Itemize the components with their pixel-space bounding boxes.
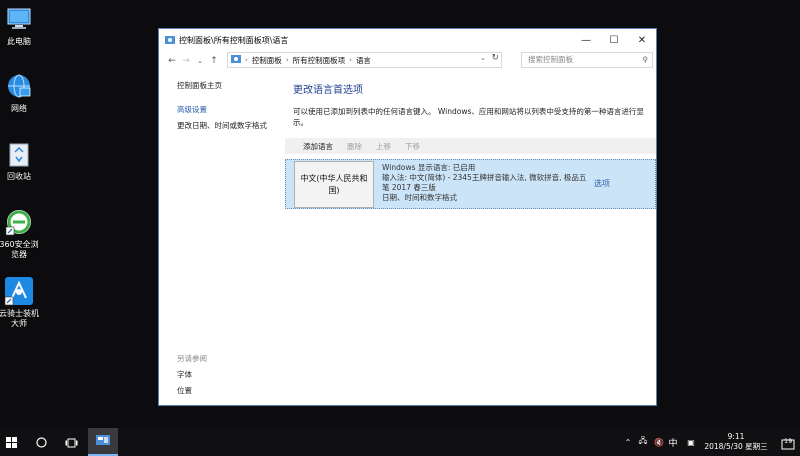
language-list-item[interactable]: 中文(中华人民共和国) Windows 显示语言: 已启用 输入法: 中文(简体… — [285, 159, 656, 209]
breadcrumb-all-items[interactable]: 所有控制面板项 — [293, 55, 346, 66]
search-icon[interactable]: ⚲ — [643, 53, 649, 67]
ime-tray-icon[interactable]: ▣ — [684, 428, 698, 456]
breadcrumb-separator-icon: › — [245, 56, 248, 64]
language-toolbar: 添加语言 删除 上移 下移 — [285, 138, 656, 154]
address-dropdown-icon[interactable]: ⌄ — [480, 54, 486, 62]
display-language-status: Windows 显示语言: 已启用 — [382, 163, 476, 172]
desktop-icon-recycle-bin[interactable]: 回收站 — [0, 139, 38, 182]
location-link[interactable]: 位置 — [177, 383, 207, 399]
network-icon — [4, 71, 34, 101]
input-method-indicator[interactable]: 中 — [666, 428, 680, 456]
close-button[interactable]: ✕ — [628, 29, 656, 51]
input-method-list: 输入法: 中文(简体) - 2345王牌拼音输入法, 微软拼音, 极品五笔 20… — [382, 173, 587, 192]
language-name-tile[interactable]: 中文(中华人民共和国) — [294, 161, 374, 208]
change-date-time-format-link[interactable]: 更改日期、时间或数字格式 — [177, 121, 287, 131]
task-view-icon — [65, 433, 78, 452]
breadcrumb-language[interactable]: 语言 — [356, 55, 371, 66]
yunqishi-icon — [4, 276, 34, 306]
action-center-button[interactable]: 19 — [778, 428, 798, 456]
add-language-button[interactable]: 添加语言 — [303, 141, 333, 152]
date-time-format-label: 日期、时间和数字格式 — [382, 193, 457, 202]
notification-icon: 19 — [781, 436, 795, 450]
breadcrumb-separator-icon: › — [349, 56, 352, 64]
address-bar[interactable]: › 控制面板 › 所有控制面板项 › 语言 ⌄ ↻ — [227, 52, 502, 68]
taskbar-control-panel-button[interactable] — [88, 428, 118, 456]
page-description: 可以使用已添加到列表中的任何语言键入。 Windows、应用和网站将以列表中受支… — [293, 107, 644, 127]
browser-360-icon — [4, 207, 34, 237]
up-arrow-icon[interactable]: ↑ — [207, 56, 221, 66]
task-view-button[interactable] — [60, 428, 82, 456]
move-up-button[interactable]: 上移 — [376, 141, 391, 152]
system-clock[interactable]: 9:11 2018/5/30 星期三 — [700, 428, 772, 456]
clock-date: 2018/5/30 星期三 — [704, 442, 768, 451]
breadcrumb-separator-icon: › — [285, 56, 289, 64]
maximize-button[interactable]: ☐ — [600, 29, 628, 51]
cortana-circle-icon — [35, 433, 47, 452]
desktop-icon-label: 回收站 — [7, 172, 31, 181]
search-placeholder: 搜索控制面板 — [528, 55, 573, 64]
desktop-icon-label: 此电脑 — [7, 37, 31, 46]
start-button[interactable] — [0, 428, 22, 456]
clock-time: 9:11 — [727, 432, 745, 441]
fonts-link[interactable]: 字体 — [177, 367, 207, 383]
title-bar[interactable]: 控制面板\所有控制面板项\语言 — ☐ ✕ — [159, 29, 656, 51]
language-details: Windows 显示语言: 已启用 输入法: 中文(简体) - 2345王牌拼音… — [382, 163, 587, 203]
network-tray-icon[interactable]: 🖧 — [636, 428, 650, 456]
minimize-button[interactable]: — — [572, 29, 600, 51]
window-title: 控制面板\所有控制面板项\语言 — [179, 35, 289, 45]
desktop-icon-this-pc[interactable]: 此电脑 — [0, 4, 38, 47]
move-down-button[interactable]: 下移 — [405, 141, 420, 152]
advanced-settings-link[interactable]: 高级设置 — [177, 105, 287, 115]
main-pane: 更改语言首选项 可以使用已添加到列表中的任何语言键入。 Windows、应用和网… — [293, 81, 656, 128]
remove-button[interactable]: 删除 — [347, 141, 362, 152]
see-also-section: 另请参阅 字体 位置 — [177, 351, 207, 399]
notification-count: 19 — [784, 437, 793, 445]
desktop-icon-yunqishi[interactable]: 云骑士装机大师 — [0, 276, 39, 329]
windows-logo-icon — [5, 433, 17, 452]
search-button[interactable] — [30, 428, 52, 456]
page-title: 更改语言首选项 — [293, 85, 363, 96]
show-hidden-icons-chevron-icon[interactable]: ⌃ — [622, 428, 634, 456]
language-options-link[interactable]: 选项 — [594, 178, 610, 189]
volume-muted-icon[interactable]: 🔇 — [652, 428, 666, 456]
desktop-icon-label: 网络 — [11, 104, 27, 113]
recent-locations-chevron-icon[interactable]: ⌄ — [193, 57, 207, 65]
computer-icon — [4, 4, 34, 34]
desktop-icon-label: 360安全浏览器 — [0, 240, 39, 259]
control-panel-home-link[interactable]: 控制面板主页 — [177, 81, 287, 91]
recycle-bin-icon — [4, 139, 34, 169]
desktop-icon-360-browser[interactable]: 360安全浏览器 — [0, 207, 39, 260]
desktop-icon-label: 云骑士装机大师 — [0, 309, 39, 328]
see-also-heading: 另请参阅 — [177, 354, 207, 363]
back-arrow-icon[interactable]: ← — [165, 56, 179, 66]
breadcrumb-control-panel[interactable]: 控制面板 — [252, 55, 282, 66]
control-panel-window: 控制面板\所有控制面板项\语言 — ☐ ✕ ← → ⌄ ↑ › 控制面板 › 所… — [158, 28, 657, 406]
forward-arrow-icon[interactable]: → — [179, 56, 193, 66]
desktop-icon-network[interactable]: 网络 — [0, 71, 38, 114]
search-input[interactable]: 搜索控制面板 ⚲ — [521, 52, 653, 68]
control-panel-icon — [95, 432, 111, 451]
refresh-icon[interactable]: ↻ — [491, 53, 499, 63]
taskbar: ⌃ 🖧 🔇 中 ▣ 9:11 2018/5/30 星期三 19 — [0, 428, 800, 456]
control-panel-icon — [231, 54, 241, 66]
control-panel-icon — [164, 34, 176, 46]
